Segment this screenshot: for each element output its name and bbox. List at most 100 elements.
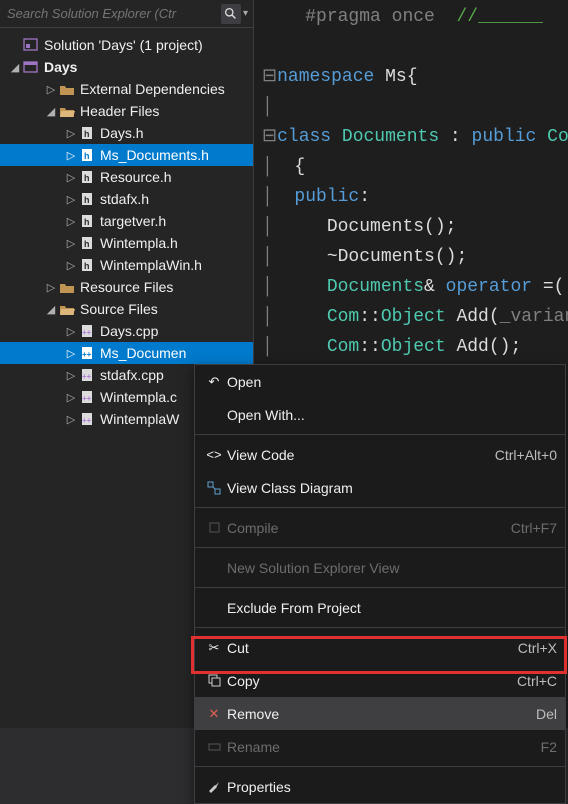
file-label: targetver.h [100, 213, 166, 229]
menu-label: Properties [227, 779, 557, 795]
t: Com [327, 337, 359, 357]
cut-icon: ✂ [201, 640, 227, 656]
expand-icon[interactable]: ▷ [64, 368, 78, 382]
collapse-icon[interactable]: ◢ [8, 60, 22, 74]
t: Co [547, 127, 568, 147]
menu-label: Cut [227, 640, 518, 656]
solution-label: Solution 'Days' (1 project) [44, 37, 203, 53]
expand-icon[interactable]: ▷ [64, 126, 78, 140]
cpp-file-icon: ++ [78, 389, 96, 405]
folder-open-icon [58, 103, 76, 119]
code-line: │ { [262, 152, 568, 182]
expand-icon[interactable]: ▷ [64, 192, 78, 206]
cpp-file-icon: ++ [78, 323, 96, 339]
item-label: Resource Files [80, 279, 173, 295]
expand-icon[interactable]: ▷ [64, 324, 78, 338]
expand-icon[interactable]: ▷ [64, 390, 78, 404]
tree-sourcefiles[interactable]: ◢ Source Files [0, 298, 253, 320]
menu-properties[interactable]: Properties [195, 770, 565, 803]
tree-item[interactable]: ▷hstdafx.h [0, 188, 253, 210]
file-label: Resource.h [100, 169, 172, 185]
project-icon [22, 59, 40, 75]
t: operator [446, 277, 543, 297]
svg-text:++: ++ [82, 394, 92, 403]
file-label: Days.cpp [100, 323, 158, 339]
cpp-file-icon: ++ [78, 367, 96, 383]
t: Com [327, 307, 359, 327]
menu-open[interactable]: ↶Open [195, 365, 565, 398]
code-line: │ public: [262, 182, 568, 212]
t: Ms [385, 67, 407, 87]
tree-resourcefiles[interactable]: ▷ Resource Files [0, 276, 253, 298]
expand-icon[interactable]: ▷ [64, 170, 78, 184]
t: :: [359, 337, 381, 357]
tree-item[interactable]: ▷hResource.h [0, 166, 253, 188]
expand-icon[interactable]: ▷ [64, 148, 78, 162]
tree-item[interactable]: ▷hWintempla.h [0, 232, 253, 254]
properties-icon [201, 780, 227, 793]
h-file-icon: h [78, 257, 96, 273]
search-input[interactable] [5, 4, 221, 23]
t: { [294, 157, 305, 177]
search-icon[interactable] [221, 4, 241, 24]
expand-icon[interactable]: ▷ [44, 280, 58, 294]
context-menu: ↶Open Open With... <>View CodeCtrl+Alt+0… [194, 364, 566, 804]
menu-cut[interactable]: ✂CutCtrl+X [195, 631, 565, 664]
file-label: Ms_Documents.h [100, 147, 209, 163]
file-label: Days.h [100, 125, 144, 141]
tree-item[interactable]: ▷htargetver.h [0, 210, 253, 232]
copy-icon [201, 674, 227, 687]
tree-item[interactable]: ▷hWintemplaWin.h [0, 254, 253, 276]
expand-icon[interactable]: ▷ [64, 412, 78, 426]
tree-item-selected[interactable]: ▷ h Ms_Documents.h [0, 144, 253, 166]
menu-remove[interactable]: ✕RemoveDel [195, 697, 565, 730]
expand-icon[interactable]: ▷ [44, 82, 58, 96]
t: : [359, 187, 370, 207]
menu-label: Rename [227, 739, 541, 755]
menu-label: Copy [227, 673, 517, 689]
file-label: Wintempla.c [100, 389, 177, 405]
expand-icon[interactable]: ▷ [64, 258, 78, 272]
t: _varian [500, 307, 568, 327]
project-label: Days [44, 59, 77, 75]
expand-icon[interactable]: ▷ [64, 214, 78, 228]
file-label: Ms_Documen [100, 345, 186, 361]
menu-separator [195, 434, 565, 435]
tree-project[interactable]: ◢ Days [0, 56, 253, 78]
item-label: External Dependencies [80, 81, 225, 97]
code-line: │ Documents(); [262, 212, 568, 242]
tree-solution[interactable]: ▶ Solution 'Days' (1 project) [0, 34, 253, 56]
t: Documents(); [327, 217, 457, 237]
expand-icon[interactable]: ▷ [64, 346, 78, 360]
code-line: ⊟namespace Ms{ [262, 62, 568, 92]
menu-shortcut: F2 [541, 739, 557, 755]
code-line: │ ~Documents(); [262, 242, 568, 272]
collapse-icon[interactable]: ◢ [44, 302, 58, 316]
t: ~Documents(); [327, 247, 467, 267]
file-label: Wintempla.h [100, 235, 178, 251]
menu-openwith[interactable]: Open With... [195, 398, 565, 431]
code-icon: <> [201, 447, 227, 462]
collapse-icon[interactable]: ◢ [44, 104, 58, 118]
menu-copy[interactable]: CopyCtrl+C [195, 664, 565, 697]
h-file-icon: h [78, 213, 96, 229]
tree-item[interactable]: ▷++Days.cpp [0, 320, 253, 342]
expand-icon[interactable]: ▷ [64, 236, 78, 250]
menu-exclude[interactable]: Exclude From Project [195, 591, 565, 624]
tree-item[interactable]: ▷hDays.h [0, 122, 253, 144]
file-label: stdafx.h [100, 191, 149, 207]
h-file-icon: h [78, 147, 96, 163]
t: #pragma [305, 7, 381, 27]
menu-classdiagram[interactable]: View Class Diagram [195, 471, 565, 504]
t: Object [381, 307, 446, 327]
folder-open-icon [58, 301, 76, 317]
svg-text:h: h [84, 151, 90, 161]
t: { [407, 67, 418, 87]
tree-headerfiles[interactable]: ◢ Header Files [0, 100, 253, 122]
menu-viewcode[interactable]: <>View CodeCtrl+Alt+0 [195, 438, 565, 471]
dropdown-icon[interactable]: ▾ [243, 8, 248, 19]
tree-externaldeps[interactable]: ▷ External Dependencies [0, 78, 253, 100]
menu-label: Open With... [227, 407, 557, 423]
t: Object [381, 337, 446, 357]
tree-item-selected[interactable]: ▷++Ms_Documen [0, 342, 253, 364]
